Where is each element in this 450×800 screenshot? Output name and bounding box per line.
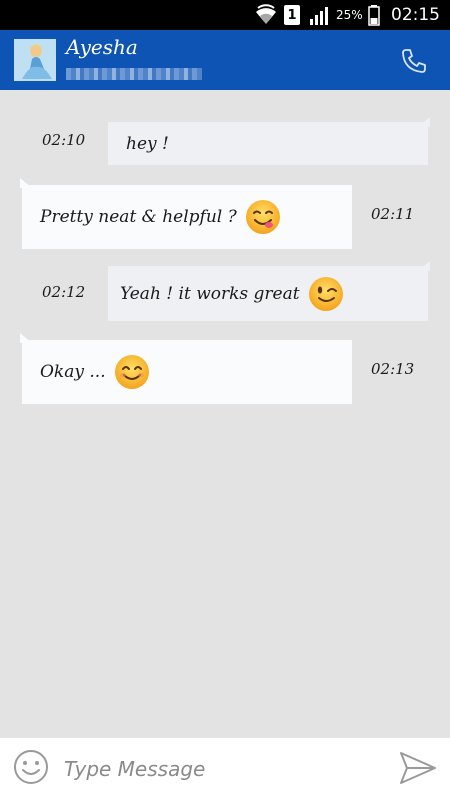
message-text: Pretty neat & helpful ?	[40, 185, 281, 249]
status-bar: 1 25% 02:15	[0, 0, 450, 30]
sim-icon: 1	[284, 0, 300, 30]
message-text-content: hey !	[126, 133, 169, 154]
composer-bar	[0, 738, 450, 800]
yum-face-icon	[245, 200, 280, 234]
clock: 02:15	[391, 5, 440, 25]
chat-header: Ayesha	[0, 30, 450, 90]
message-text: Okay ...	[40, 340, 150, 404]
message-bubble-outgoing[interactable]: hey !	[108, 122, 428, 165]
smiley-icon[interactable]	[12, 748, 50, 786]
message-time: 02:13	[371, 360, 415, 378]
message-text-content: Okay ...	[40, 362, 106, 382]
phone-icon[interactable]	[400, 47, 428, 75]
send-icon[interactable]	[398, 750, 438, 786]
message-text: hey !	[126, 122, 169, 165]
signal-icon	[310, 0, 332, 30]
battery-percent: 25%	[336, 8, 363, 22]
avatar[interactable]	[14, 39, 56, 81]
message-text: Yeah ! it works great	[120, 266, 344, 321]
message-time: 02:12	[42, 283, 86, 301]
contact-name: Ayesha	[66, 35, 138, 59]
smiling-face-icon	[114, 355, 149, 389]
message-input[interactable]	[64, 752, 384, 786]
message-bubble-outgoing[interactable]: Yeah ! it works great	[108, 266, 428, 321]
wifi-icon	[254, 0, 278, 30]
message-bubble-incoming[interactable]: Pretty neat & helpful ?	[22, 185, 352, 249]
message-time: 02:11	[371, 205, 415, 223]
sim-slot-number: 1	[284, 5, 300, 25]
message-time: 02:10	[42, 131, 86, 149]
contact-status-blurred	[66, 68, 202, 80]
message-text-content: Pretty neat & helpful ?	[40, 207, 237, 227]
battery-icon	[368, 0, 380, 30]
message-text-content: Yeah ! it works great	[120, 283, 300, 304]
message-bubble-incoming[interactable]: Okay ...	[22, 340, 352, 404]
winking-face-icon	[308, 276, 343, 311]
